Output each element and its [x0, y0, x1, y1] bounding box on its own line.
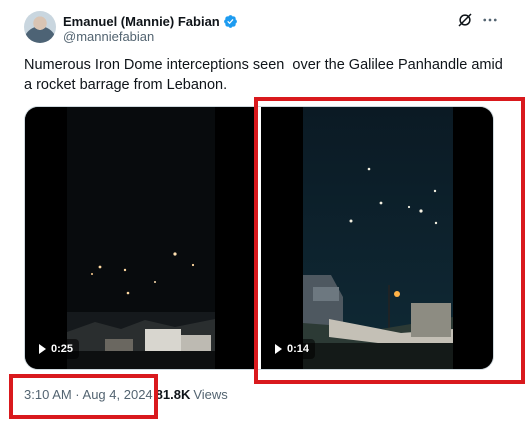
annotation-box-timestamp — [9, 374, 158, 419]
video-1-duration: 0:25 — [51, 343, 74, 355]
avatar[interactable] — [24, 11, 56, 43]
video-1-duration-badge: 0:25 — [35, 339, 80, 359]
video-1-frame — [25, 107, 257, 369]
author-handle[interactable]: @manniefabian — [63, 29, 154, 44]
views-count: 81.8K — [155, 387, 191, 402]
annotation-box-video — [254, 97, 525, 384]
play-icon — [39, 344, 46, 354]
views-label: Views — [193, 387, 228, 402]
author-name[interactable]: Emanuel (Mannie) Fabian — [63, 14, 220, 29]
video-1[interactable]: 0:25 — [25, 107, 257, 369]
post-text: Numerous Iron Dome interceptions seen ov… — [24, 57, 507, 93]
verified-badge-icon — [223, 14, 237, 28]
grok-icon[interactable] — [456, 11, 474, 29]
more-options-icon[interactable] — [480, 11, 500, 29]
author-name-row[interactable]: Emanuel (Mannie) Fabian — [63, 12, 238, 30]
